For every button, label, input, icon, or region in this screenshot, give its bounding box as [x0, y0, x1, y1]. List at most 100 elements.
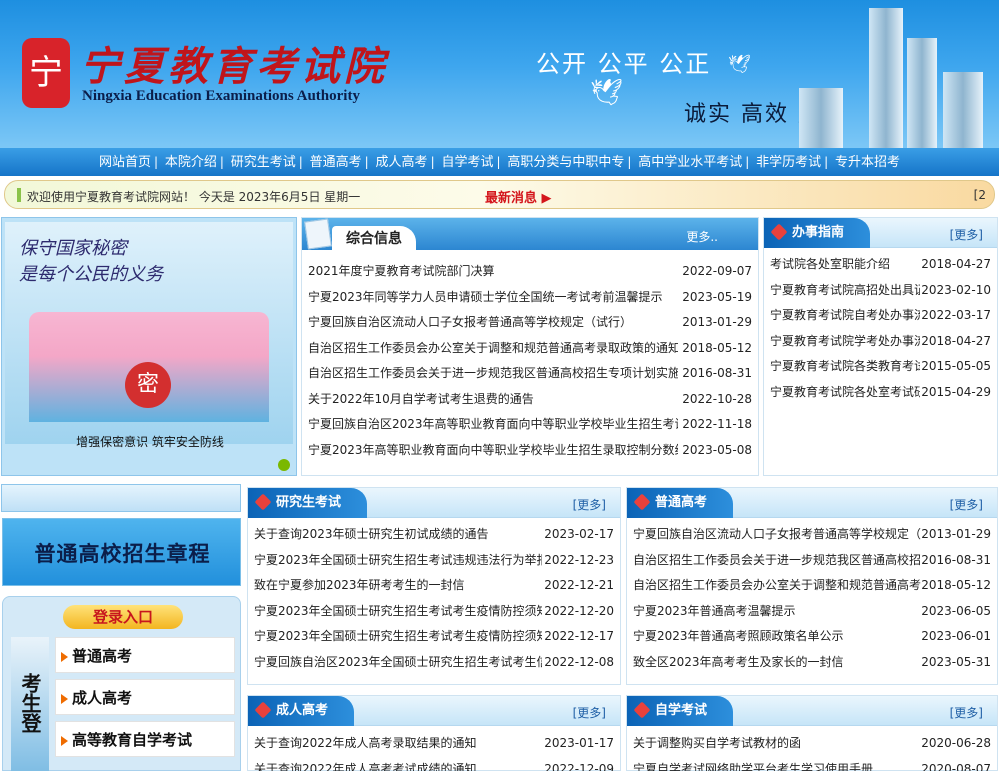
list-item[interactable]: 宁夏2023年全国硕士研究生招生考试考生疫情防控须知 2022-12-20 — [252, 599, 616, 625]
adult-list: 关于查询2022年成人高考录取结果的通知 2023-01-17 关于查询2022年… — [252, 731, 616, 771]
nav-gaokao[interactable]: 普通高考 — [310, 155, 362, 170]
pencil-icon — [633, 493, 651, 511]
list-item[interactable]: 宁夏2023年高等职业教育面向中等职业学校毕业生招生录取控制分数线 2023-05… — [306, 438, 754, 464]
login-selfstudy-link[interactable]: 高等教育自学考试 — [55, 721, 235, 757]
nav-adult[interactable]: 成人高考 — [376, 155, 428, 170]
list-item[interactable]: 宁夏回族自治区流动人口子女报考普通高等学校规定（试行）2013-01-29 — [306, 310, 754, 336]
skyline-illustration — [799, 0, 999, 148]
list-item[interactable]: 2021年度宁夏教育考试院部门决算 2022-09-07 — [306, 259, 754, 285]
adult-more-link[interactable]: [更多] — [573, 704, 606, 721]
list-item[interactable]: 宁夏回族自治区流动人口子女报考普通高等学校规定（试行）2013-01-29 — [631, 522, 993, 548]
list-item[interactable]: 自治区招生工作委员会关于进一步规范我区普通高校招生专项计划实施的 2016-08-… — [306, 361, 754, 387]
list-item[interactable]: 宁夏2023年普通高考照顾政策名单公示 2023-06-01 — [631, 624, 993, 650]
admission-charter-banner[interactable]: 普通高校招生章程 — [2, 518, 241, 586]
list-item[interactable]: 关于2022年10月自学考试考生退费的通告 2022-10-28 — [306, 387, 754, 413]
self-study-list: 关于调整购买自学考试教材的函 2020-06-28 宁夏自学考试网络助学平台考生学… — [631, 731, 993, 771]
general-info-header: 综合信息 更多.. — [302, 218, 758, 252]
guide-list: 考试院各处室职能介绍2018-04-27 宁夏教育考试院高招处出具证明2023-… — [768, 252, 993, 405]
login-gaokao-link[interactable]: 普通高考 — [55, 637, 235, 673]
left-spacer-box — [1, 484, 241, 512]
login-entry-box: 登录入口 考生登 普通高考 成人高考 高等教育自学考试 — [2, 596, 241, 771]
adult-title: 成人高考 — [248, 696, 355, 726]
site-title-en: Ningxia Education Examinations Authority — [82, 88, 360, 104]
nav-nondegree[interactable]: 非学历考试 — [756, 155, 821, 170]
nav-about[interactable]: 本院介绍 — [165, 155, 217, 170]
welcome-text: 欢迎使用宁夏教育考试院网站！ 今天是 2023年6月5日 星期一 — [27, 190, 361, 204]
graduate-header: 研究生考试 [更多] — [248, 488, 620, 518]
graduate-exam-panel: 研究生考试 [更多] 关于查询2023年硕士研究生初试成绩的通告 2023-02-… — [247, 487, 621, 685]
slide-indicator-icon[interactable] — [278, 459, 290, 471]
list-item[interactable]: 关于查询2023年硕士研究生初试成绩的通告 2023-02-17 — [252, 522, 616, 548]
list-item[interactable]: 宁夏教育考试院各类教育考试 2015-05-05 — [768, 354, 993, 380]
graduate-more-link[interactable]: [更多] — [573, 496, 606, 513]
motto-top: 公开 公平 公正 — [536, 50, 712, 78]
latest-news-label: 最新消息 ▶ — [485, 191, 552, 206]
admission-charter-text[interactable]: 普通高校招生章程 — [3, 538, 242, 568]
list-item[interactable]: 关于查询2022年成人高考录取结果的通知 2023-01-17 — [252, 731, 616, 757]
general-info-more-link[interactable]: 更多.. — [686, 228, 718, 245]
self-study-title: 自学考试 — [627, 696, 734, 726]
pencil-icon — [770, 223, 788, 241]
poster-title: 保守国家秘密 是每个公民的义务 — [19, 236, 163, 288]
list-item[interactable]: 宁夏2023年同等学力人员申请硕士学位全国统一考试考前温馨提示 2023-05-1… — [306, 285, 754, 311]
list-item[interactable]: 宁夏自学考试网络助学平台考生学习使用手册 2020-08-07 — [631, 757, 993, 771]
self-study-more-link[interactable]: [更多] — [950, 704, 983, 721]
login-adult-link[interactable]: 成人高考 — [55, 679, 235, 715]
nav-home[interactable]: 网站首页 — [99, 155, 151, 170]
guide-header: 办事指南 [更多] — [764, 218, 997, 248]
list-item[interactable]: 宁夏2023年全国硕士研究生招生考试违规违法行为举报 2022-12-23 — [252, 548, 616, 574]
guide-title: 办事指南 — [764, 218, 871, 248]
login-side-text: 考生登 — [18, 673, 42, 733]
list-item[interactable]: 宁夏回族自治区2023年高等职业教育面向中等职业学校毕业生招生考试 2022-11… — [306, 412, 754, 438]
main-nav: 网站首页 | 本院介绍 | 研究生考试 | 普通高考 | 成人高考 | 自学考试 | 高职分… — [0, 148, 999, 176]
list-item[interactable]: 宁夏2023年普通高考温馨提示 2023-06-05 — [631, 599, 993, 625]
general-info-list: 2021年度宁夏教育考试院部门决算 2022-09-07 宁夏2023年同等学力人… — [306, 259, 754, 463]
gaokao-more-link[interactable]: [更多] — [950, 496, 983, 513]
site-header: 宁 宁夏教育考试院 Ningxia Education Examinations… — [0, 0, 999, 148]
list-item[interactable]: 宁夏教育考试院各处室考试研究2015-04-29 — [768, 380, 993, 406]
list-item[interactable]: 宁夏教育考试院自考处办事流程2022-03-17 — [768, 303, 993, 329]
book-icon — [304, 218, 332, 250]
nav-selfstudy[interactable]: 自学考试 — [441, 155, 493, 170]
login-entry-title: 登录入口 — [63, 605, 183, 629]
list-item[interactable]: 自治区招生工作委员会办公室关于调整和规范普通高考录取 2018-05-12 — [631, 573, 993, 599]
site-title-cn[interactable]: 宁夏教育考试院 — [80, 34, 388, 92]
general-info-title: 综合信息 — [332, 226, 416, 252]
self-study-header: 自学考试 [更多] — [627, 696, 997, 726]
pencil-icon — [633, 701, 651, 719]
logo-seal-icon[interactable]: 宁 — [22, 38, 70, 108]
nav-highschool[interactable]: 高中学业水平考试 — [638, 155, 742, 170]
nav-vocational[interactable]: 高职分类与中职中专 — [507, 155, 624, 170]
pencil-icon — [254, 701, 272, 719]
list-item[interactable]: 关于查询2022年成人高考考试成绩的通知 2022-12-09 — [252, 757, 616, 771]
nav-graduate[interactable]: 研究生考试 — [231, 155, 296, 170]
list-item[interactable]: 关于调整购买自学考试教材的函 2020-06-28 — [631, 731, 993, 757]
poster-title-line2: 是每个公民的义务 — [19, 264, 163, 285]
list-item[interactable]: 考试院各处室职能介绍 2018-04-27 — [768, 252, 993, 278]
gaokao-panel: 普通高考 [更多] 宁夏回族自治区流动人口子女报考普通高等学校规定（试行）201… — [626, 487, 998, 685]
list-item[interactable]: 致在宁夏参加2023年研考考生的一封信 2022-12-21 — [252, 573, 616, 599]
list-item[interactable]: 宁夏2023年全国硕士研究生招生考试考生疫情防控须知 2022-12-17 — [252, 624, 616, 650]
list-item[interactable]: 自治区招生工作委员会关于进一步规范我区普通高校招生 2016-08-31 — [631, 548, 993, 574]
list-item[interactable]: 宁夏教育考试院高招处出具证明2023-02-10 — [768, 278, 993, 304]
login-side-label: 考生登 — [11, 637, 49, 771]
nav-upgrade[interactable]: 专升本招考 — [835, 155, 900, 170]
guide-panel: 办事指南 [更多] 考试院各处室职能介绍 2018-04-27 宁夏教育考试院高招… — [763, 217, 998, 476]
news-marquee[interactable]: [2 — [974, 188, 986, 202]
gaokao-header: 普通高考 [更多] — [627, 488, 997, 518]
adult-header: 成人高考 [更多] — [248, 696, 620, 726]
list-item[interactable]: 致全区2023年高考考生及家长的一封信 2023-05-31 — [631, 650, 993, 676]
list-item[interactable]: 宁夏教育考试院学考处办事流程2018-04-27 — [768, 329, 993, 355]
welcome-bar: 欢迎使用宁夏教育考试院网站！ 今天是 2023年6月5日 星期一 最新消息 ▶ … — [4, 180, 995, 209]
list-item[interactable]: 自治区招生工作委员会办公室关于调整和规范普通高考录取政策的通知 2018-05-1… — [306, 336, 754, 362]
poster-seal-icon: 密 — [125, 362, 171, 408]
self-study-panel: 自学考试 [更多] 关于调整购买自学考试教材的函 2020-06-28 宁夏自学考… — [626, 695, 998, 771]
security-poster[interactable]: 保守国家秘密 是每个公民的义务 密 增强保密意识 筑牢安全防线 — [1, 217, 297, 476]
gaokao-title: 普通高考 — [627, 488, 734, 518]
list-item[interactable]: 宁夏回族自治区2023年全国硕士研究生招生考试考生信 2022-12-08 — [252, 650, 616, 676]
poster-title-line1: 保守国家秘密 — [19, 238, 127, 259]
poster-image[interactable]: 保守国家秘密 是每个公民的义务 密 — [5, 222, 293, 444]
poster-caption[interactable]: 增强保密意识 筑牢安全防线 — [2, 433, 298, 450]
general-info-panel: 综合信息 更多.. 2021年度宁夏教育考试院部门决算 2022-09-07 宁夏… — [301, 217, 759, 476]
guide-more-link[interactable]: [更多] — [950, 226, 983, 243]
